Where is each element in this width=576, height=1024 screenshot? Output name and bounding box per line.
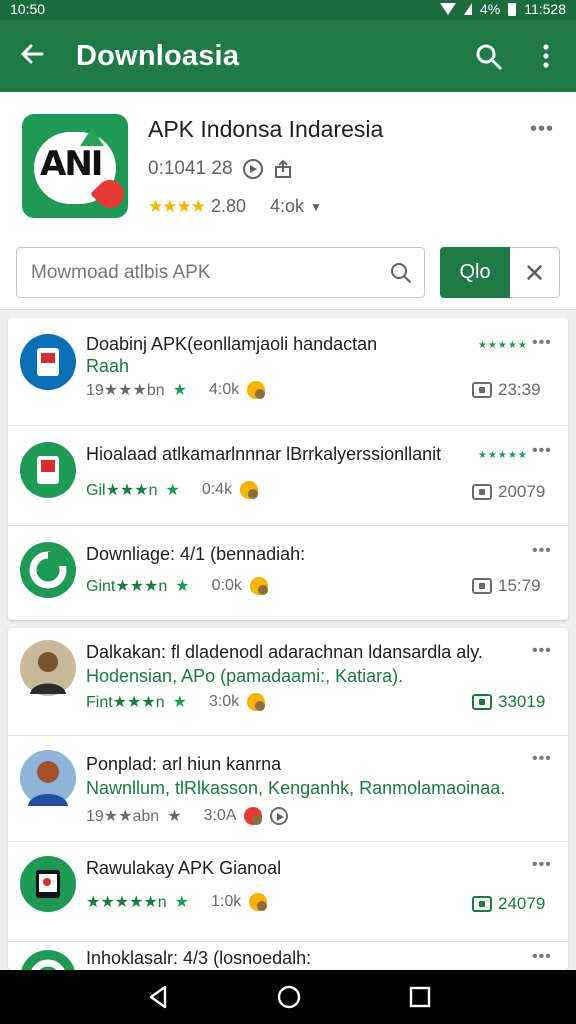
status-clock: 11:528 bbox=[524, 1, 566, 17]
list-item[interactable]: Rawulakay APK Gianoal ★★★★★n ★ 1:0k ••• 2… bbox=[8, 842, 568, 942]
download-icon bbox=[472, 578, 492, 594]
app-version: 0:1041 28 bbox=[148, 158, 233, 179]
download-icon bbox=[472, 382, 492, 398]
more-options-icon[interactable]: ••• bbox=[532, 948, 552, 966]
chevron-down-icon[interactable]: ▼ bbox=[310, 200, 322, 214]
badge-icon bbox=[240, 481, 259, 499]
item-meta: ★★★★★n ★ 1:0k bbox=[86, 892, 268, 912]
play-circle-icon[interactable] bbox=[242, 159, 263, 179]
search-field bbox=[16, 247, 425, 298]
battery-percent: 4% bbox=[479, 1, 501, 17]
more-options-icon[interactable]: ••• bbox=[530, 118, 554, 141]
item-size: 15:79 bbox=[472, 576, 541, 596]
status-bar: 10:50 4% 11:528 bbox=[0, 0, 576, 20]
item-title: Rawulakay APK Gianoal bbox=[86, 858, 282, 878]
app-rating: ★★★★ 2.80 4:ok ▼ bbox=[148, 196, 322, 217]
download-icon bbox=[472, 484, 492, 500]
badge-icon bbox=[249, 893, 268, 911]
app-header-card: ANI APK Indonsa Indaresia 0:1041 28 ★★★★… bbox=[0, 92, 576, 310]
go-button[interactable]: Qlo bbox=[440, 247, 510, 298]
badge-icon bbox=[247, 381, 266, 399]
item-subtitle: Hodensian, APo (pamadaami:, Katiara). bbox=[86, 666, 404, 686]
search-input[interactable] bbox=[31, 260, 371, 286]
badge-icon bbox=[249, 577, 268, 595]
back-icon[interactable] bbox=[143, 982, 173, 1012]
page-title: Downloasia bbox=[76, 40, 240, 72]
list-item[interactable]: Hioalaad atlkamarlnnnar lBrrkalyerssionl… bbox=[8, 426, 568, 526]
results-card-1: Doabinj APK(eonllamjaoli handactan Raah … bbox=[8, 318, 568, 620]
item-title: Hioalaad atlkamarlnnnar lBrrkalyerssionl… bbox=[86, 444, 442, 464]
item-title: Dalkakan: fl dladenodl adarachnan ldansa… bbox=[86, 642, 483, 662]
download-icon bbox=[472, 694, 492, 710]
age-rating: 4:ok bbox=[270, 196, 305, 216]
list-item[interactable]: Doabinj APK(eonllamjaoli handactan Raah … bbox=[8, 318, 568, 426]
status-icons: 4% 11:528 bbox=[439, 1, 566, 17]
list-item[interactable]: Dalkakan: fl dladenodl adarachnan ldansa… bbox=[8, 628, 568, 736]
item-title: Doabinj APK(eonllamjaoli handactan bbox=[86, 334, 378, 354]
status-time: 10:50 bbox=[10, 1, 46, 17]
avatar bbox=[20, 640, 76, 696]
results-card-2: Dalkakan: fl dladenodl adarachnan ldansa… bbox=[8, 628, 568, 970]
signal-icon bbox=[463, 3, 472, 15]
item-size: 23:39 bbox=[472, 380, 541, 400]
item-title: Downliage: 4/1 (bennadiah: bbox=[86, 544, 306, 564]
more-options-icon[interactable]: ••• bbox=[532, 856, 552, 874]
app-icon bbox=[20, 542, 76, 598]
app-name: APK Indonsa Indaresia bbox=[148, 116, 384, 142]
more-options-icon[interactable]: ••• bbox=[532, 334, 552, 352]
clock-icon bbox=[270, 807, 289, 825]
item-meta: Fint★★★n ★ 3:0k bbox=[86, 692, 266, 712]
item-title: Ponplad: arl hiun kanrna bbox=[86, 754, 282, 774]
item-subtitle: Raah bbox=[86, 356, 130, 376]
download-icon bbox=[472, 896, 492, 912]
more-options-icon[interactable]: ••• bbox=[532, 750, 552, 768]
search-icon[interactable] bbox=[474, 42, 504, 72]
list-item[interactable]: Inhoklasalr: 4/3 (losnoedalh: ••• bbox=[8, 942, 568, 970]
item-meta: Gint★★★n ★ 0:0k bbox=[86, 576, 268, 596]
more-options-icon[interactable]: ••• bbox=[532, 542, 552, 560]
app-logo: ANI bbox=[22, 114, 128, 218]
back-arrow-icon[interactable] bbox=[18, 40, 46, 74]
app-bar: Downloasia bbox=[0, 20, 576, 92]
more-options-icon[interactable]: ••• bbox=[532, 442, 552, 460]
clear-button[interactable]: ✕ bbox=[510, 247, 560, 298]
battery-icon bbox=[508, 2, 517, 16]
rating-value: 2.80 bbox=[210, 196, 247, 216]
item-size: 24079 bbox=[472, 894, 545, 914]
app-icon bbox=[20, 442, 76, 498]
system-nav-bar bbox=[0, 970, 576, 1024]
badge-icon bbox=[247, 693, 266, 711]
avatar bbox=[20, 750, 76, 806]
item-size: 20079 bbox=[472, 482, 545, 502]
app-icon bbox=[20, 334, 76, 390]
rating-stars: ★★★★ bbox=[148, 196, 206, 216]
app-icon bbox=[20, 856, 76, 912]
item-subtitle: Nawnllum, tlRlkasson, Kenganhk, Ranmolam… bbox=[86, 778, 506, 798]
item-meta: Gil★★★n ★ 0:4k bbox=[86, 480, 259, 500]
app-meta: 0:1041 28 bbox=[148, 158, 293, 180]
rating-stars: ★★★★★ bbox=[478, 450, 528, 461]
home-icon[interactable] bbox=[274, 982, 304, 1012]
rating-stars: ★★★★★ bbox=[478, 340, 528, 351]
wifi-icon bbox=[439, 3, 456, 15]
item-title: Inhoklasalr: 4/3 (losnoedalh: bbox=[86, 948, 312, 968]
search-icon[interactable] bbox=[389, 261, 413, 285]
list-item[interactable]: Ponplad: arl hiun kanrna Nawnllum, tlRlk… bbox=[8, 736, 568, 842]
app-icon bbox=[20, 950, 76, 970]
share-icon[interactable] bbox=[273, 159, 293, 179]
overflow-menu-icon[interactable] bbox=[536, 42, 556, 72]
list-item[interactable]: Downliage: 4/1 (bennadiah: Gint★★★n ★ 0:0… bbox=[8, 526, 568, 620]
item-meta: 19★★★bn ★ 4:0k bbox=[86, 380, 266, 400]
recents-icon[interactable] bbox=[405, 982, 435, 1012]
item-meta: 19★★abn ★ 3:0A bbox=[86, 806, 289, 826]
badge-icon bbox=[244, 807, 263, 825]
item-size: 33019 bbox=[472, 692, 545, 712]
more-options-icon[interactable]: ••• bbox=[532, 642, 552, 660]
